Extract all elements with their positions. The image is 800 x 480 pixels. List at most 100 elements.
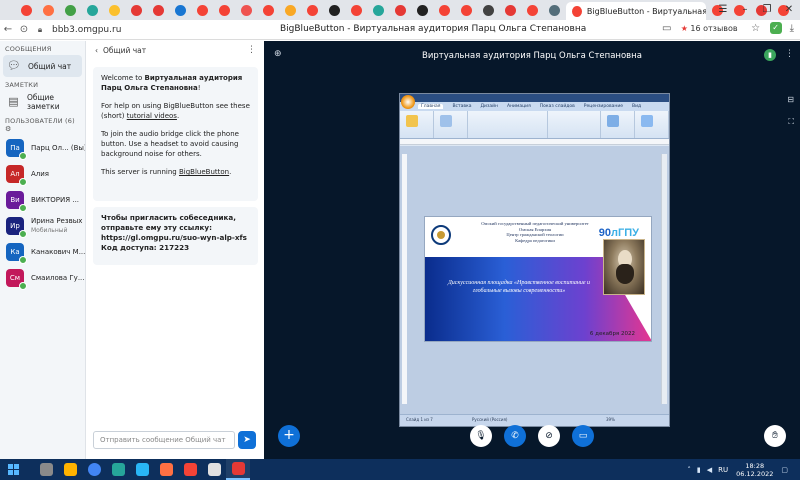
shared-notes-item[interactable]: ▤ Общие заметки bbox=[0, 91, 85, 113]
protect-shield-icon[interactable]: ✓ bbox=[769, 22, 782, 34]
actions-plus-button[interactable]: + bbox=[278, 425, 300, 447]
user-info: Алия bbox=[31, 170, 85, 179]
browser-tab[interactable] bbox=[390, 2, 411, 18]
ppt-tab: Главная bbox=[418, 104, 444, 109]
user-list-item[interactable]: См Смаилова Гу... bbox=[0, 265, 85, 291]
input-language[interactable]: RU bbox=[718, 466, 728, 474]
bookmark-icon[interactable]: ☆ bbox=[748, 23, 764, 34]
reviews-badge[interactable]: ★ 16 отзывов bbox=[681, 24, 738, 33]
browser-tab[interactable] bbox=[368, 2, 389, 18]
invite-text: Чтобы пригласить собеседника, отправьте … bbox=[101, 213, 236, 232]
avatar-initials: Ал bbox=[10, 170, 20, 178]
language-status: Русский (Россия) bbox=[472, 417, 508, 422]
avatar-initials: Ир bbox=[10, 222, 20, 230]
back-icon[interactable]: ← bbox=[0, 24, 16, 35]
tutorial-videos-link[interactable]: tutorial videos bbox=[127, 112, 177, 120]
clock[interactable]: 18:28 06.12.2022 bbox=[736, 462, 773, 478]
minimize-button[interactable]: – bbox=[734, 0, 756, 20]
maximize-button[interactable]: ❐ bbox=[756, 0, 778, 20]
audio-phone-button[interactable]: ✆ bbox=[504, 425, 526, 447]
taskbar-app-button[interactable] bbox=[34, 459, 58, 480]
taskbar-app-button[interactable] bbox=[154, 459, 178, 480]
browser-tab[interactable] bbox=[236, 2, 257, 18]
taskbar-app-button[interactable] bbox=[82, 459, 106, 480]
ppt-tab: Показ слайдов bbox=[539, 104, 575, 109]
browser-tab[interactable] bbox=[60, 2, 81, 18]
webcam-button[interactable]: ⊘ bbox=[538, 425, 560, 447]
browser-tab[interactable] bbox=[16, 2, 37, 18]
browser-tab[interactable] bbox=[434, 2, 455, 18]
browser-tab[interactable] bbox=[258, 2, 279, 18]
taskbar-app-button[interactable] bbox=[130, 459, 154, 480]
ppt-title-bar bbox=[400, 94, 669, 102]
tab-bigbluebutton[interactable]: BigBlueButton - Виртуальная ау bbox=[566, 2, 706, 20]
browser-tab[interactable] bbox=[192, 2, 213, 18]
browser-tab[interactable] bbox=[522, 2, 543, 18]
send-button[interactable]: ➤ bbox=[238, 431, 256, 449]
minimize-presentation-icon[interactable]: ⊟ bbox=[787, 95, 794, 104]
address-bar: ← ⊙ 🔒︎ bbb3.omgpu.ru BigBlueButton - Вир… bbox=[0, 20, 800, 40]
download-icon[interactable]: ⤓ bbox=[790, 23, 794, 34]
chevron-up-icon[interactable]: ˄ bbox=[687, 466, 691, 474]
browser-tab[interactable] bbox=[324, 2, 345, 18]
user-list-item[interactable]: Ка Канакович М... bbox=[0, 239, 85, 265]
browser-tab[interactable] bbox=[544, 2, 565, 18]
ribbon-group bbox=[400, 111, 434, 138]
browser-tab[interactable] bbox=[104, 2, 125, 18]
bigbluebutton-link[interactable]: BigBlueButton bbox=[179, 168, 229, 176]
invite-link[interactable]: https://gl.omgpu.ru/suo-wyn-alp-xfs bbox=[101, 233, 250, 243]
browser-tab[interactable] bbox=[148, 2, 169, 18]
connection-status-icon[interactable]: ▮ bbox=[764, 49, 776, 61]
ppt-ruler bbox=[400, 139, 669, 145]
network-icon[interactable]: ▮ bbox=[697, 466, 701, 474]
office-button-icon bbox=[401, 95, 415, 109]
site-info-icon[interactable]: ⊙ bbox=[16, 24, 32, 35]
taskbar-app-button[interactable] bbox=[226, 459, 250, 480]
chat-header[interactable]: ‹ Общий чат ⋮ bbox=[87, 41, 264, 59]
browser-tab[interactable] bbox=[82, 2, 103, 18]
browser-tab[interactable] bbox=[170, 2, 191, 18]
gear-icon[interactable]: ⚙ bbox=[5, 125, 11, 133]
browser-tab[interactable] bbox=[38, 2, 59, 18]
browser-tab[interactable] bbox=[126, 2, 147, 18]
url-text[interactable]: bbb3.omgpu.ru bbox=[52, 25, 121, 35]
chevron-left-icon[interactable]: ‹ bbox=[95, 46, 98, 55]
volume-icon[interactable]: ◀︎ bbox=[707, 466, 712, 474]
tab-favicon-icon bbox=[241, 4, 252, 16]
raise-hand-button[interactable]: ✋︎ bbox=[764, 425, 786, 447]
user-name: ВИКТОРИЯ ... bbox=[31, 195, 80, 204]
browser-tab[interactable] bbox=[214, 2, 235, 18]
browser-tab[interactable] bbox=[346, 2, 367, 18]
taskbar-app-button[interactable] bbox=[178, 459, 202, 480]
browser-tab[interactable] bbox=[412, 2, 433, 18]
status-dot bbox=[19, 204, 27, 212]
browser-tab[interactable] bbox=[302, 2, 323, 18]
user-list-item[interactable]: Ир Ирина Резвых Мобильный bbox=[0, 213, 85, 239]
mute-microphone-button[interactable]: 🎙︎ bbox=[470, 425, 492, 447]
user-list-item[interactable]: Ви ВИКТОРИЯ ... bbox=[0, 187, 85, 213]
more-options-icon[interactable]: ⋮ bbox=[247, 45, 256, 55]
browser-tab[interactable] bbox=[478, 2, 499, 18]
taskbar-app-button[interactable] bbox=[106, 459, 130, 480]
reviews-count: 16 отзывов bbox=[690, 23, 738, 33]
user-list-item[interactable]: Ал Алия bbox=[0, 161, 85, 187]
public-chat-item[interactable]: 💬︎ Общий чат bbox=[3, 55, 82, 77]
menu-icon[interactable]: ☰ bbox=[712, 0, 734, 20]
browser-tab[interactable] bbox=[500, 2, 521, 18]
chat-message-input[interactable]: Отправить сообщение Общий чат bbox=[93, 431, 235, 449]
screen-share-button[interactable]: ▭ bbox=[572, 425, 594, 447]
browser-tab[interactable] bbox=[280, 2, 301, 18]
cast-icon[interactable]: ▭ bbox=[659, 23, 675, 34]
start-button[interactable] bbox=[0, 459, 26, 480]
user-list-item[interactable]: Па Парц Ол... (Вы) bbox=[0, 135, 85, 161]
ribbon-group bbox=[635, 111, 669, 138]
taskbar-app-button[interactable] bbox=[58, 459, 82, 480]
status-dot bbox=[19, 178, 27, 186]
taskbar-app-button[interactable] bbox=[202, 459, 226, 480]
close-button[interactable]: ✕ bbox=[778, 0, 800, 20]
options-menu-icon[interactable]: ⋮ bbox=[785, 49, 794, 59]
ppt-tab: Вид bbox=[632, 104, 642, 109]
browser-tab[interactable] bbox=[456, 2, 477, 18]
fullscreen-icon[interactable]: ⛶ bbox=[788, 117, 794, 127]
notifications-icon[interactable]: ▢ bbox=[781, 466, 788, 474]
